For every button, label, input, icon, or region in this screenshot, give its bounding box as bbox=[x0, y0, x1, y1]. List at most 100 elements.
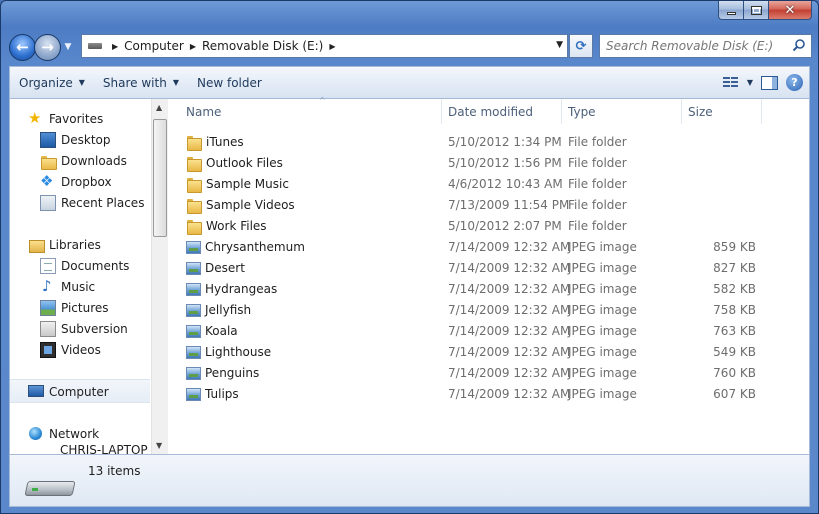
size-cell: 582 KB bbox=[713, 281, 756, 296]
table-row[interactable]: Tulips 7/14/2009 12:32 AM JPEG image 607 KB bbox=[186, 383, 786, 404]
preview-pane-icon[interactable] bbox=[761, 75, 778, 90]
sidebar-item-computer[interactable]: Computer bbox=[28, 381, 109, 402]
back-button[interactable]: ← bbox=[9, 33, 36, 61]
sidebar-item-recent-places[interactable]: Recent Places bbox=[40, 192, 144, 213]
file-name: Hydrangeas bbox=[205, 281, 278, 296]
share-with-button[interactable]: Share with ▼ bbox=[94, 67, 188, 98]
file-list: Name ^ Date modified Type Size iTunes 5/10… bbox=[168, 96, 809, 454]
table-row[interactable]: Penguins 7/14/2009 12:32 AM JPEG image 760 … bbox=[186, 362, 786, 383]
search-box[interactable] bbox=[599, 34, 812, 58]
maximize-button[interactable] bbox=[744, 1, 769, 20]
sidebar-item-music[interactable]: Music bbox=[40, 276, 95, 297]
sidebar-item-videos[interactable]: Videos bbox=[40, 339, 101, 360]
search-icon[interactable] bbox=[792, 38, 806, 52]
table-row[interactable]: Work Files 5/10/2012 2:07 PM File folder bbox=[186, 215, 786, 236]
jpeg-image-icon bbox=[186, 240, 201, 254]
view-options-dropdown-icon[interactable]: ▼ bbox=[747, 78, 753, 87]
file-name: Desert bbox=[205, 260, 245, 275]
search-input[interactable] bbox=[600, 39, 788, 53]
table-row[interactable]: Sample Music 4/6/2012 10:43 AM File folder bbox=[186, 173, 786, 194]
folder-icon bbox=[186, 155, 202, 172]
sidebar-item-label: CHRIS-LAPTOP bbox=[60, 444, 148, 454]
table-row[interactable]: Hydrangeas 7/14/2009 12:32 AM JPEG image 58… bbox=[186, 278, 786, 299]
column-header-size[interactable]: Size bbox=[682, 99, 762, 124]
details-pane: 13 items bbox=[9, 454, 810, 507]
file-name: Chrysanthemum bbox=[205, 239, 305, 254]
scrollbar-thumb[interactable] bbox=[153, 119, 167, 237]
table-row[interactable]: Outlook Files 5/10/2012 1:56 PM File folde… bbox=[186, 152, 786, 173]
sidebar-item-pictures[interactable]: Pictures bbox=[40, 297, 109, 318]
table-row[interactable]: Koala 7/14/2009 12:32 AM JPEG image 763 KB bbox=[186, 320, 786, 341]
forward-arrow-icon: → bbox=[41, 37, 54, 56]
table-row[interactable]: Desert 7/14/2009 12:32 AM JPEG image 827 KB bbox=[186, 257, 786, 278]
sidebar-item-documents[interactable]: Documents bbox=[40, 255, 129, 276]
date-modified-cell: 7/14/2009 12:32 AM bbox=[448, 365, 571, 380]
sidebar-item-label: Videos bbox=[61, 342, 101, 357]
scroll-up-icon[interactable]: ▲ bbox=[156, 103, 162, 112]
sidebar-item-network-child[interactable]: CHRIS-LAPTOP bbox=[60, 444, 148, 454]
file-name: Work Files bbox=[206, 218, 267, 233]
refresh-button[interactable]: ⟳ bbox=[569, 34, 593, 58]
jpeg-image-icon bbox=[186, 345, 201, 359]
new-folder-button[interactable]: New folder bbox=[188, 67, 271, 98]
type-cell: File folder bbox=[568, 197, 627, 212]
type-cell: JPEG image bbox=[568, 365, 637, 380]
jpeg-image-icon bbox=[186, 303, 201, 317]
close-button[interactable]: ✕ bbox=[769, 1, 812, 20]
navigation-pane-scrollbar[interactable]: ▲ ▼ bbox=[151, 99, 168, 454]
file-name-cell: Work Files bbox=[186, 215, 267, 236]
address-dropdown-icon[interactable]: ▼ bbox=[556, 40, 563, 50]
sidebar-item-label: Dropbox bbox=[61, 174, 112, 189]
breadcrumb-computer[interactable]: Computer bbox=[124, 39, 184, 53]
table-row[interactable]: Sample Videos 7/13/2009 11:54 PM File fold… bbox=[186, 194, 786, 215]
size-cell: 607 KB bbox=[713, 386, 756, 401]
file-name: Lighthouse bbox=[205, 344, 272, 359]
column-header-date-modified[interactable]: Date modified bbox=[442, 99, 562, 124]
type-cell: JPEG image bbox=[568, 344, 637, 359]
sidebar-item-desktop[interactable]: Desktop bbox=[40, 129, 111, 150]
jpeg-image-icon bbox=[186, 282, 201, 296]
sidebar-item-label: Pictures bbox=[61, 300, 109, 315]
column-header-type[interactable]: Type bbox=[562, 99, 682, 124]
organize-button[interactable]: Organize ▼ bbox=[10, 67, 94, 98]
file-name: Outlook Files bbox=[206, 155, 283, 170]
file-name-cell: Tulips bbox=[186, 383, 239, 404]
type-cell: File folder bbox=[568, 155, 627, 170]
jpeg-image-icon bbox=[186, 261, 201, 275]
libraries-header[interactable]: Libraries bbox=[28, 234, 101, 255]
change-view-icon[interactable] bbox=[722, 76, 739, 89]
file-name-cell: Outlook Files bbox=[186, 152, 283, 173]
sidebar-item-dropbox[interactable]: Dropbox bbox=[40, 171, 112, 192]
crumb-separator-icon[interactable]: ▶ bbox=[190, 42, 196, 51]
minimize-button[interactable] bbox=[718, 1, 744, 20]
pictures-icon bbox=[40, 299, 56, 316]
table-row[interactable]: iTunes 5/10/2012 1:34 PM File folder bbox=[186, 131, 786, 152]
date-modified-cell: 7/14/2009 12:32 AM bbox=[448, 239, 571, 254]
table-row[interactable]: Lighthouse 7/14/2009 12:32 AM JPEG image 54… bbox=[186, 341, 786, 362]
sidebar-item-downloads[interactable]: Downloads bbox=[40, 150, 127, 171]
recent-pages-dropdown[interactable]: ▼ bbox=[62, 42, 74, 52]
crumb-separator-icon[interactable]: ▶ bbox=[112, 42, 118, 51]
favorites-star-icon bbox=[28, 109, 44, 127]
favorites-header[interactable]: Favorites bbox=[28, 108, 103, 129]
help-icon[interactable]: ? bbox=[786, 74, 803, 91]
table-row[interactable]: Jellyfish 7/14/2009 12:32 AM JPEG image 758… bbox=[186, 299, 786, 320]
date-modified-cell: 7/14/2009 12:32 AM bbox=[448, 323, 571, 338]
size-cell: 763 KB bbox=[713, 323, 756, 338]
file-name-cell: Jellyfish bbox=[186, 299, 251, 320]
date-modified-cell: 4/6/2012 10:43 AM bbox=[448, 176, 563, 191]
breadcrumb-removable-disk[interactable]: Removable Disk (E:) bbox=[202, 39, 323, 53]
file-name-cell: Koala bbox=[186, 320, 238, 341]
crumb-separator-icon[interactable]: ▶ bbox=[329, 42, 335, 51]
videos-icon bbox=[40, 341, 56, 358]
sidebar-item-subversion[interactable]: Subversion bbox=[40, 318, 128, 339]
scroll-down-icon[interactable]: ▼ bbox=[156, 441, 162, 450]
type-cell: JPEG image bbox=[568, 386, 637, 401]
size-cell bbox=[686, 194, 756, 215]
table-row[interactable]: Chrysanthemum 7/14/2009 12:32 AM JPEG imag… bbox=[186, 236, 786, 257]
sidebar-item-label: Music bbox=[61, 279, 96, 294]
column-header-name[interactable]: Name ^ bbox=[180, 96, 442, 124]
address-bar[interactable]: ▶ Computer ▶ Removable Disk (E:) ▶ ▼ bbox=[81, 34, 568, 58]
forward-button[interactable]: → bbox=[34, 33, 61, 61]
sidebar-item-network[interactable]: Network bbox=[28, 423, 99, 444]
